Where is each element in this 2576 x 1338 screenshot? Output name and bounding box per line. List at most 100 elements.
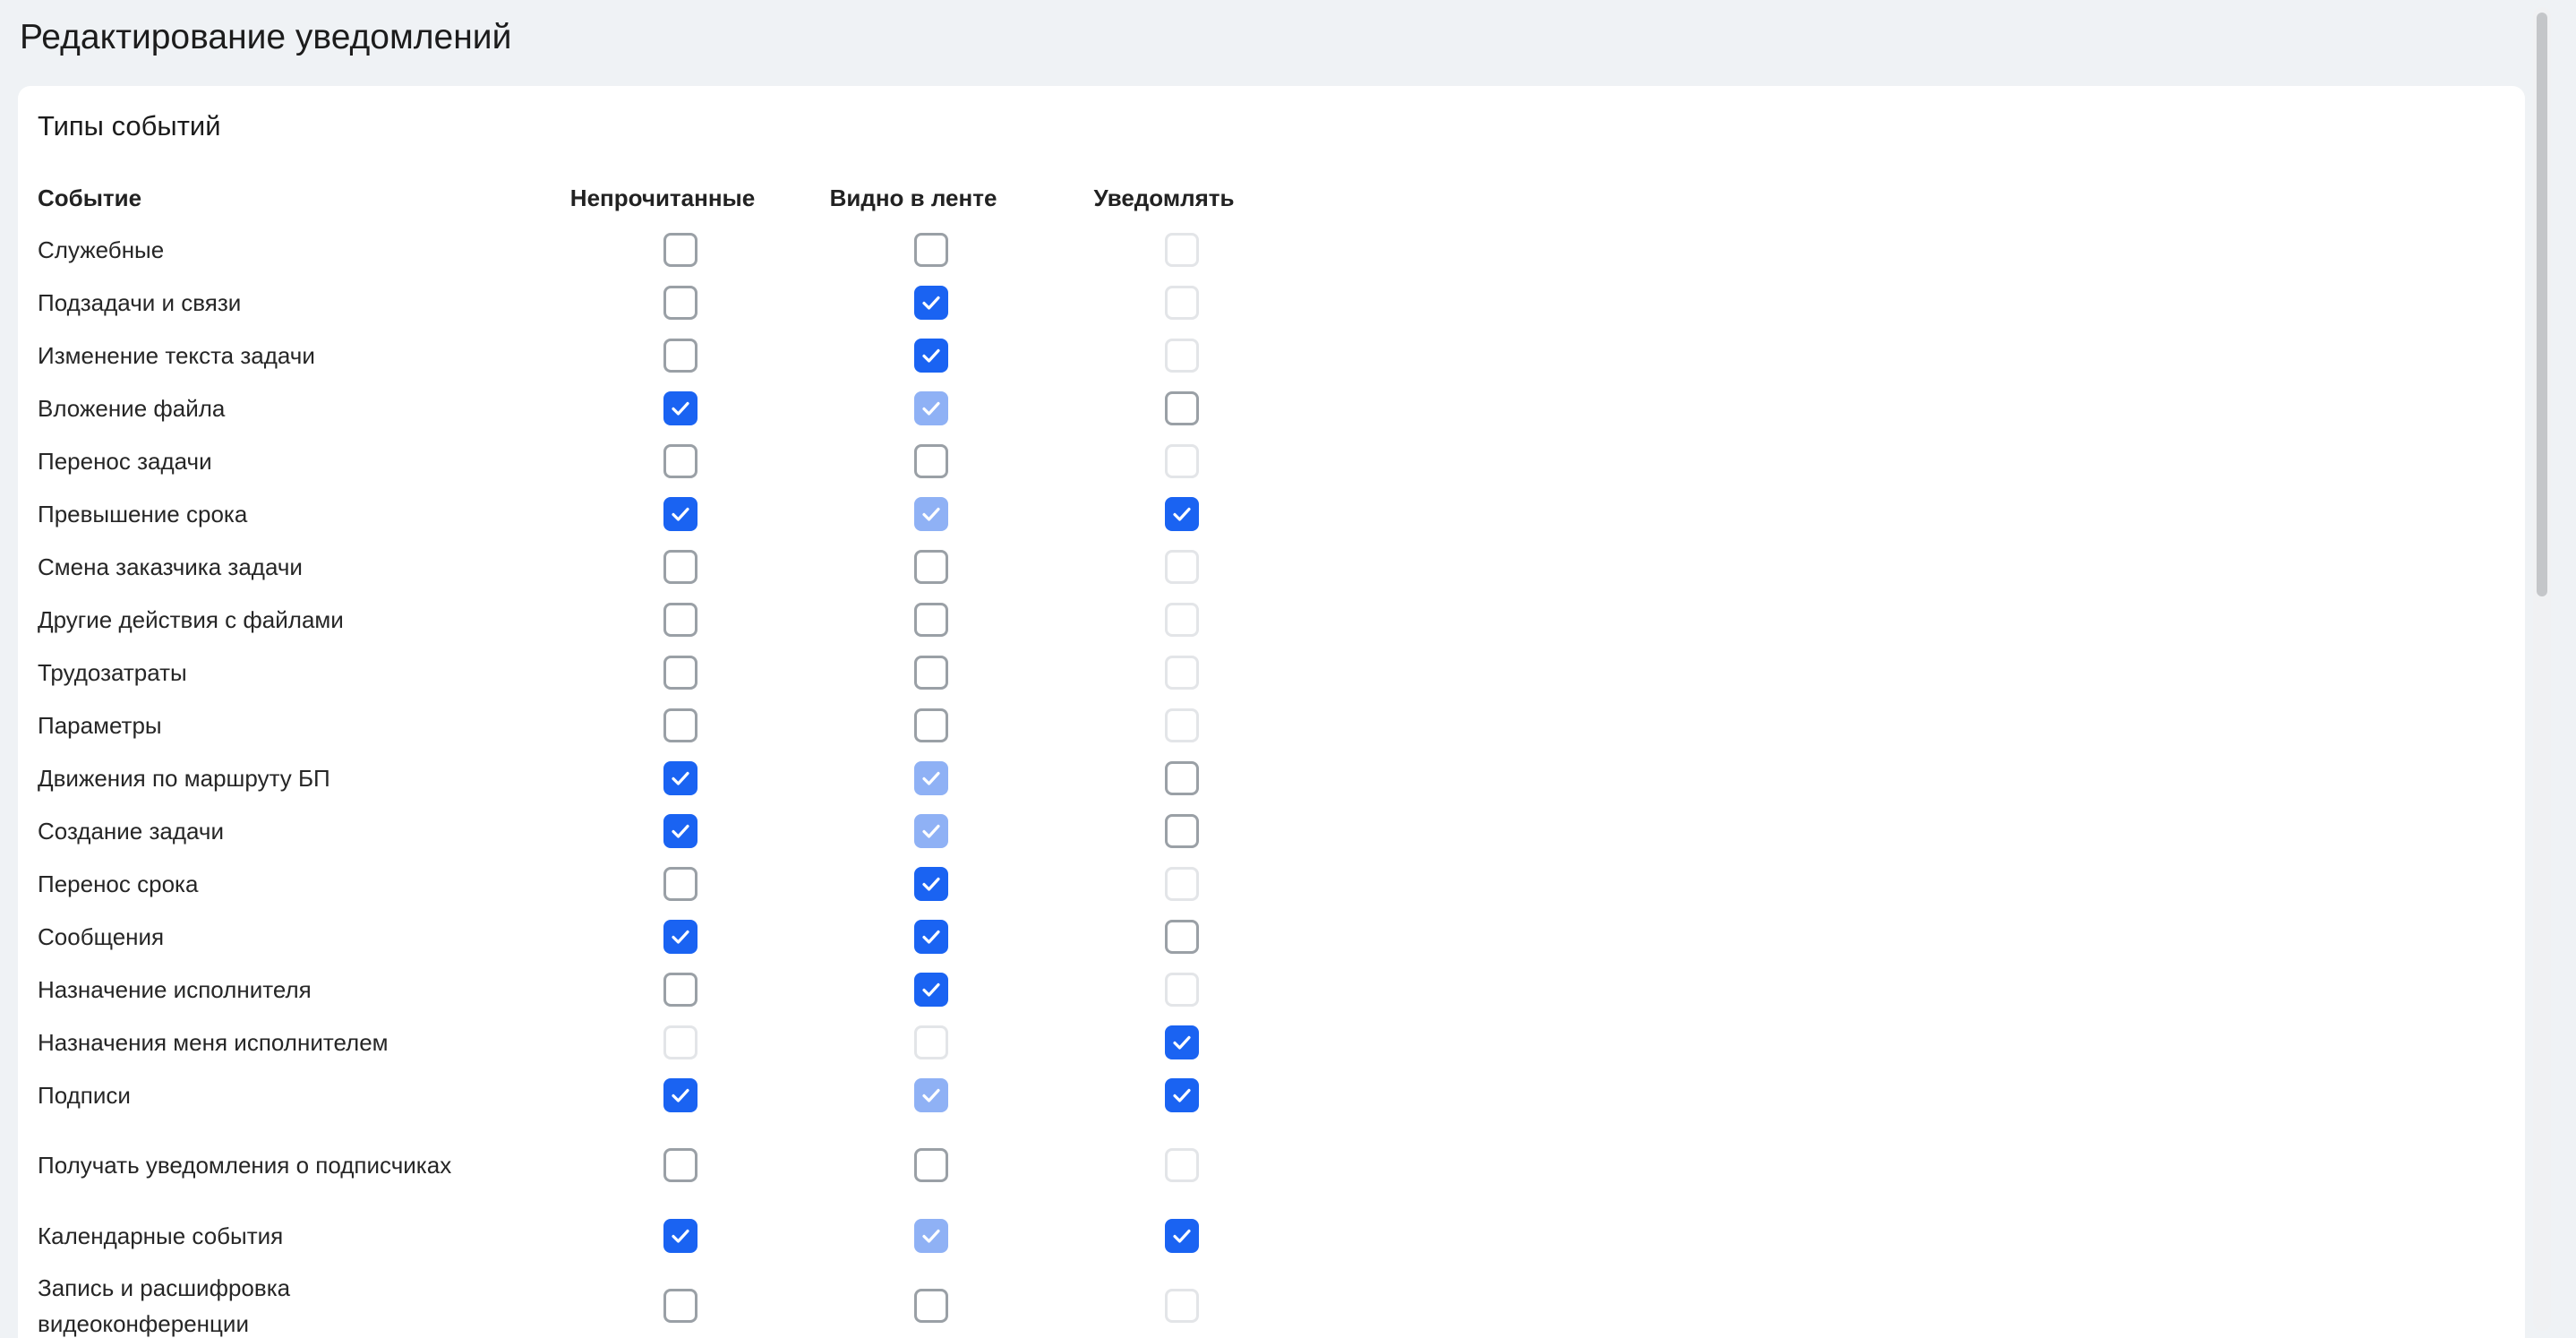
section-title: Типы событий — [38, 110, 221, 142]
unread-checkbox[interactable] — [663, 760, 697, 795]
event-label: Вложение файла — [38, 394, 226, 422]
notify-checkbox[interactable] — [1165, 390, 1199, 425]
unread-checkbox[interactable] — [663, 1218, 697, 1253]
event-label: Трудозатраты — [38, 658, 187, 686]
unread-checkbox[interactable] — [663, 655, 697, 690]
feed-checkbox — [914, 813, 948, 848]
feed-checkbox — [914, 496, 948, 531]
notify-checkbox[interactable] — [1165, 760, 1199, 795]
event-label: Смена заказчика задачи — [38, 553, 303, 580]
unread-checkbox[interactable] — [663, 390, 697, 425]
page-title: Редактирование уведомлений — [20, 18, 512, 56]
event-label: Запись и расшифровка видеоконференции — [38, 1274, 291, 1337]
unread-checkbox[interactable] — [663, 972, 697, 1007]
table-row: Изменение текста задачи — [18, 329, 1361, 382]
feed-checkbox[interactable] — [914, 972, 948, 1007]
feed-checkbox — [914, 1025, 948, 1059]
table-row: Подзадачи и связи — [18, 276, 1361, 329]
notify-checkbox[interactable] — [1165, 1025, 1199, 1059]
table-row: Превышение срока — [18, 487, 1361, 540]
feed-checkbox[interactable] — [914, 866, 948, 901]
unread-checkbox — [663, 1025, 697, 1059]
event-label: Изменение текста задачи — [38, 341, 315, 369]
notify-checkbox — [1165, 972, 1199, 1007]
scrollbar[interactable] — [2533, 7, 2551, 1331]
table-row: Календарные события — [18, 1209, 1361, 1262]
table-row: Параметры — [18, 699, 1361, 751]
feed-checkbox[interactable] — [914, 919, 948, 954]
feed-checkbox[interactable] — [914, 655, 948, 690]
unread-checkbox[interactable] — [663, 708, 697, 742]
table-row: Назначения меня исполнителем — [18, 1016, 1361, 1068]
notify-checkbox[interactable] — [1165, 1077, 1199, 1112]
notify-checkbox — [1165, 655, 1199, 690]
unread-checkbox[interactable] — [663, 443, 697, 478]
notify-checkbox — [1165, 338, 1199, 373]
event-label: Получать уведомления о подписчиках — [38, 1152, 452, 1179]
feed-checkbox[interactable] — [914, 232, 948, 267]
table-row: Назначение исполнителя — [18, 963, 1361, 1016]
notify-checkbox[interactable] — [1165, 1218, 1199, 1253]
table-row: Перенос задачи — [18, 434, 1361, 487]
table-row: Создание задачи — [18, 804, 1361, 857]
notify-checkbox — [1165, 866, 1199, 901]
notify-checkbox — [1165, 549, 1199, 584]
column-header-feed: Видно в ленте — [829, 184, 997, 211]
unread-checkbox[interactable] — [663, 602, 697, 637]
table-row: Смена заказчика задачи — [18, 540, 1361, 593]
event-label: Движения по маршруту БП — [38, 764, 330, 792]
feed-checkbox[interactable] — [914, 285, 948, 320]
unread-checkbox[interactable] — [663, 232, 697, 267]
feed-checkbox — [914, 1218, 948, 1253]
feed-checkbox[interactable] — [914, 708, 948, 742]
notify-checkbox — [1165, 708, 1199, 742]
notify-checkbox[interactable] — [1165, 496, 1199, 531]
table-row: Трудозатраты — [18, 646, 1361, 699]
event-label: Назначения меня исполнителем — [38, 1028, 389, 1056]
event-label: Перенос задачи — [38, 447, 212, 475]
column-header-event: Событие — [38, 184, 142, 211]
event-label: Превышение срока — [38, 500, 248, 527]
notify-checkbox[interactable] — [1165, 813, 1199, 848]
column-header-notify: Уведомлять — [1093, 184, 1235, 211]
table-row: Движения по маршруту БП — [18, 751, 1361, 804]
feed-checkbox[interactable] — [914, 549, 948, 584]
table-row: Перенос срока — [18, 857, 1361, 910]
notify-checkbox — [1165, 602, 1199, 637]
unread-checkbox[interactable] — [663, 1148, 697, 1182]
notify-checkbox — [1165, 1148, 1199, 1182]
table-row: Подписи — [18, 1068, 1361, 1121]
notify-checkbox[interactable] — [1165, 919, 1199, 954]
event-label: Назначение исполнителя — [38, 975, 312, 1003]
event-label: Подзадачи и связи — [38, 288, 242, 316]
event-rows: Служебные Подзадачи и связи Изменение текс… — [18, 223, 1361, 1338]
unread-checkbox[interactable] — [663, 496, 697, 531]
unread-checkbox[interactable] — [663, 1077, 697, 1112]
table-row: Другие действия с файлами — [18, 593, 1361, 646]
feed-checkbox — [914, 390, 948, 425]
feed-checkbox[interactable] — [914, 1289, 948, 1323]
event-label: Служебные — [38, 236, 165, 263]
table-row: Сообщения — [18, 910, 1361, 963]
feed-checkbox[interactable] — [914, 602, 948, 637]
unread-checkbox[interactable] — [663, 338, 697, 373]
notify-checkbox — [1165, 285, 1199, 320]
table-row: Вложение файла — [18, 382, 1361, 434]
unread-checkbox[interactable] — [663, 549, 697, 584]
column-header-unread: Непрочитанные — [569, 184, 756, 211]
unread-checkbox[interactable] — [663, 813, 697, 848]
unread-checkbox[interactable] — [663, 866, 697, 901]
notify-checkbox — [1165, 443, 1199, 478]
unread-checkbox[interactable] — [663, 919, 697, 954]
table-row: Получать уведомления о подписчиках — [18, 1121, 1361, 1209]
event-label: Создание задачи — [38, 817, 224, 845]
scrollbar-thumb[interactable] — [2537, 13, 2547, 596]
feed-checkbox — [914, 1077, 948, 1112]
feed-checkbox[interactable] — [914, 1148, 948, 1182]
event-types-card: Типы событий Событие Непрочитанные Видно… — [18, 86, 2525, 1338]
event-label: Другие действия с файлами — [38, 605, 344, 633]
feed-checkbox[interactable] — [914, 338, 948, 373]
unread-checkbox[interactable] — [663, 1289, 697, 1323]
unread-checkbox[interactable] — [663, 285, 697, 320]
feed-checkbox[interactable] — [914, 443, 948, 478]
